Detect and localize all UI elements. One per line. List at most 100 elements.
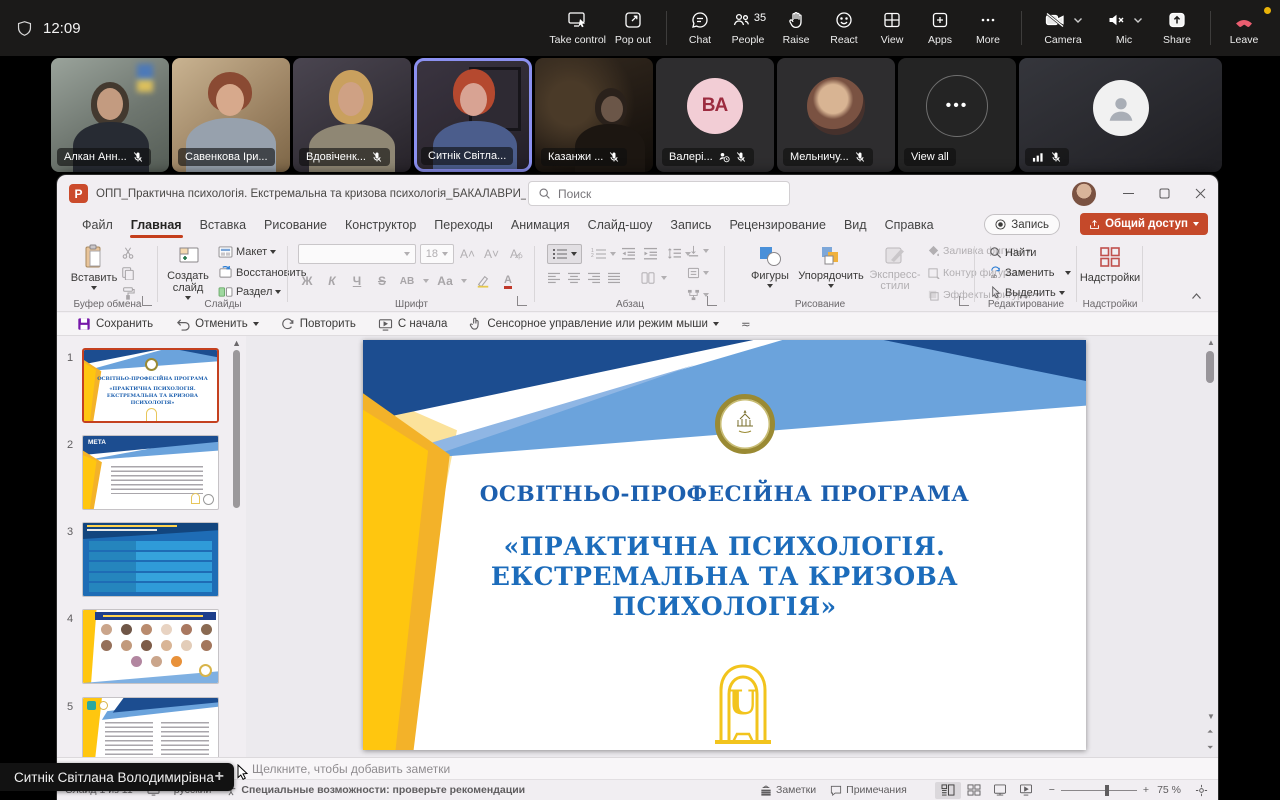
drawing-dialog-launcher[interactable] xyxy=(959,296,969,306)
font-color-button[interactable]: A xyxy=(499,272,517,290)
participant-tile[interactable]: Мельничу... xyxy=(777,58,895,172)
fit-slide-button[interactable] xyxy=(1195,784,1208,797)
slide-sorter-view-button[interactable] xyxy=(961,782,987,799)
participant-tile[interactable]: Вдовіченк... xyxy=(293,58,411,172)
tab-slideshow[interactable]: Слайд-шоу xyxy=(579,218,662,238)
undo-button[interactable]: Отменить xyxy=(175,318,259,331)
current-slide[interactable]: ОСВІТНЬО-ПРОФЕСІЙНА ПРОГРАМА «ПРАКТИЧНА … xyxy=(363,340,1086,750)
raise-hand-button[interactable]: Raise xyxy=(772,10,820,46)
copy-button[interactable] xyxy=(121,266,135,280)
account-avatar[interactable] xyxy=(1072,182,1096,206)
font-name-combobox[interactable] xyxy=(298,244,416,264)
take-control-button[interactable]: Take control xyxy=(546,10,609,46)
previous-slide-icon[interactable]: ⏶ xyxy=(1207,727,1213,737)
restore-button[interactable] xyxy=(1146,175,1182,212)
replace-button[interactable]: abЗаменить xyxy=(989,266,1071,279)
slide-canvas[interactable]: ОСВІТНЬО-ПРОФЕСІЙНА ПРОГРАМА «ПРАКТИЧНА … xyxy=(246,336,1218,757)
touch-mouse-mode-button[interactable]: Сенсорное управление или режим мыши xyxy=(469,317,719,331)
from-beginning-button[interactable]: С начала xyxy=(378,318,448,331)
self-view-tile[interactable] xyxy=(1019,58,1222,172)
zoom-slider[interactable] xyxy=(1061,790,1137,791)
notes-toggle-button[interactable]: Заметки xyxy=(760,784,816,796)
slide-thumbnail-3[interactable] xyxy=(82,522,219,597)
increase-indent-button[interactable] xyxy=(643,247,658,260)
decrease-indent-button[interactable] xyxy=(621,247,636,260)
next-slide-icon[interactable]: ⏷ xyxy=(1207,743,1213,753)
participant-tile-active-speaker[interactable]: Ситнік Світла... xyxy=(414,58,532,172)
clear-formatting-button[interactable]: A̷ₚ xyxy=(510,247,523,261)
bold-button[interactable]: Ж xyxy=(298,272,316,290)
mic-chevron-icon[interactable] xyxy=(1133,17,1143,24)
slide-thumbnail-2[interactable]: МЕТА xyxy=(82,435,219,510)
customize-qat-button[interactable]: ≂ xyxy=(741,317,751,331)
slide-thumbnail-5[interactable] xyxy=(82,697,219,757)
grow-font-button[interactable]: A˄ xyxy=(460,247,475,261)
find-button[interactable]: Найти xyxy=(989,246,1036,259)
search-box[interactable]: Поиск xyxy=(528,181,790,206)
paste-button[interactable]: Вставить xyxy=(71,244,117,290)
view-button[interactable]: View xyxy=(868,10,916,46)
slide-thumbnail-1[interactable]: ОСВІТНЬО-ПРОФЕСІЙНА ПРОГРАМА «ПРАКТИЧНА … xyxy=(82,348,219,423)
overlay-plus-icon[interactable]: + xyxy=(215,768,224,786)
select-button[interactable]: Выделить xyxy=(989,286,1065,299)
columns-button[interactable] xyxy=(641,272,655,284)
quick-styles-button[interactable]: Экспресс-стили xyxy=(867,244,923,292)
view-all-tile[interactable]: ••• View all xyxy=(898,58,1016,172)
tab-file[interactable]: Файл xyxy=(73,218,122,238)
clipboard-dialog-launcher[interactable] xyxy=(142,296,152,306)
scrollbar-thumb[interactable] xyxy=(1206,351,1214,383)
thumbnail-scrollbar[interactable] xyxy=(233,350,240,508)
tab-home[interactable]: Главная xyxy=(122,218,191,238)
align-text-button[interactable] xyxy=(687,267,709,279)
align-center-button[interactable] xyxy=(567,272,581,284)
slide-thumbnail-4[interactable] xyxy=(82,609,219,684)
new-slide-button[interactable]: Создать слайд xyxy=(164,244,212,300)
addins-button[interactable]: Надстройки xyxy=(1085,244,1135,284)
italic-button[interactable]: К xyxy=(323,272,341,290)
cut-button[interactable] xyxy=(121,246,135,260)
tab-transitions[interactable]: Переходы xyxy=(425,218,502,238)
character-spacing-button[interactable]: АВ xyxy=(398,272,416,290)
camera-chevron-icon[interactable] xyxy=(1073,17,1083,24)
accessibility-checker[interactable]: Специальные возможности: проверьте реком… xyxy=(225,784,525,796)
participant-tile[interactable]: Казанжи ... xyxy=(535,58,653,172)
participant-tile[interactable]: Савенкова Іри... xyxy=(172,58,290,172)
people-button[interactable]: 35 People xyxy=(724,10,772,46)
apps-button[interactable]: Apps xyxy=(916,10,964,46)
scroll-up-icon[interactable]: ▲ xyxy=(1207,338,1215,347)
shrink-font-button[interactable]: A˅ xyxy=(484,247,499,261)
tab-animations[interactable]: Анимация xyxy=(502,218,579,238)
slide-thumbnail-panel[interactable]: ▲ 1 ОСВІТНЬО-ПРОФЕСІЙНА ПРОГРАМА «ПРАКТИ… xyxy=(57,336,246,757)
normal-view-button[interactable] xyxy=(935,782,961,799)
camera-button[interactable]: Camera xyxy=(1031,10,1095,46)
thumbnail-scroll-up-icon[interactable]: ▲ xyxy=(232,338,241,348)
comments-toggle-button[interactable]: Примечания xyxy=(830,784,907,796)
format-painter-button[interactable] xyxy=(121,286,135,300)
vertical-scrollbar[interactable]: ▲ ▼ ⏶ ⏷ xyxy=(1205,338,1215,755)
font-dialog-launcher[interactable] xyxy=(517,296,527,306)
tab-record[interactable]: Запись xyxy=(661,218,720,238)
zoom-out-button[interactable]: − xyxy=(1049,784,1055,796)
react-button[interactable]: React xyxy=(820,10,868,46)
zoom-slider-thumb[interactable] xyxy=(1105,785,1109,796)
chat-button[interactable]: Chat xyxy=(676,10,724,46)
share-access-button[interactable]: Общий доступ xyxy=(1080,213,1208,235)
save-button[interactable]: Сохранить xyxy=(77,317,153,331)
scroll-down-icon[interactable]: ▼ xyxy=(1207,712,1215,721)
font-size-combobox[interactable]: 18 xyxy=(420,244,454,264)
slide-title[interactable]: «ПРАКТИЧНА ПСИХОЛОГІЯ. ЕКСТРЕМАЛЬНА ТА К… xyxy=(363,532,1086,622)
zoom-in-button[interactable]: + xyxy=(1143,784,1149,796)
close-button[interactable] xyxy=(1182,175,1218,212)
leave-button[interactable]: Leave xyxy=(1220,10,1268,46)
tab-insert[interactable]: Вставка xyxy=(191,218,255,238)
record-button[interactable]: Запись xyxy=(984,214,1060,235)
tab-view[interactable]: Вид xyxy=(835,218,876,238)
underline-button[interactable]: Ч xyxy=(348,272,366,290)
strikethrough-button[interactable]: S xyxy=(373,272,391,290)
align-left-button[interactable] xyxy=(547,272,561,284)
tab-design[interactable]: Конструктор xyxy=(336,218,425,238)
numbering-button[interactable]: 12 xyxy=(591,247,616,261)
change-case-button[interactable]: Аа xyxy=(436,272,454,290)
tab-draw[interactable]: Рисование xyxy=(255,218,336,238)
text-highlight-button[interactable] xyxy=(474,272,492,290)
